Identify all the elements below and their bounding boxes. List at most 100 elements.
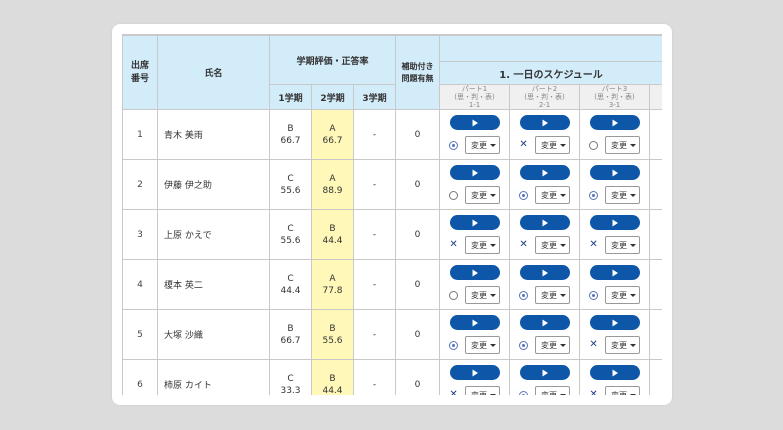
change-select[interactable]: 変更: [535, 186, 571, 204]
part-cell: ✕ 変更: [579, 309, 651, 360]
table-row: 4 榎本 英二 C 44.4 A 77.8 - 0 変更 変更 変更: [122, 259, 662, 310]
header-part-3: パート3 (思・判・表) 3-1: [579, 84, 651, 110]
extra-cell: [649, 359, 662, 395]
change-select-label: 変更: [471, 140, 488, 150]
play-button[interactable]: [449, 365, 500, 380]
score: 33.3: [280, 385, 301, 396]
play-button[interactable]: [449, 115, 500, 130]
answer-partial-icon: [449, 290, 459, 300]
part-sub: (思・判・表): [454, 93, 495, 101]
header-part-1: パート1 (思・判・表) 1-1: [439, 84, 511, 110]
attendance-no: 2: [122, 159, 158, 210]
score: 66.7: [280, 135, 301, 146]
chevron-down-icon: [630, 243, 637, 247]
play-button[interactable]: [519, 215, 570, 230]
term3-result: -: [352, 109, 397, 160]
score: 77.8: [322, 285, 343, 296]
score: 44.4: [322, 235, 343, 246]
change-select[interactable]: 変更: [605, 186, 641, 204]
header-part-extra: [649, 84, 662, 110]
grade: B: [287, 123, 294, 134]
attendance-no: 5: [122, 309, 158, 360]
answer-correct-icon: [589, 190, 599, 200]
table-viewport: 出席番号 氏名 学期評価・正答率 補助付き問題有無 1. 一日のスケジュール 1…: [122, 34, 662, 395]
play-button[interactable]: [589, 115, 640, 130]
answer-correct-icon: [449, 340, 459, 350]
play-button[interactable]: [449, 165, 500, 180]
chevron-down-icon: [630, 343, 637, 347]
play-button[interactable]: [519, 165, 570, 180]
change-select[interactable]: 変更: [465, 136, 501, 154]
change-select-label: 変更: [541, 390, 558, 396]
change-select[interactable]: 変更: [465, 186, 501, 204]
change-select[interactable]: 変更: [465, 386, 501, 396]
answer-partial-icon: [449, 190, 459, 200]
play-button[interactable]: [589, 265, 640, 280]
change-select[interactable]: 変更: [605, 236, 641, 254]
play-button[interactable]: [449, 265, 500, 280]
play-button[interactable]: [589, 315, 640, 330]
header-attendance-no: 出席番号: [122, 35, 158, 110]
play-button[interactable]: [519, 365, 570, 380]
play-button[interactable]: [589, 165, 640, 180]
student-name: 伊藤 伊之助: [157, 159, 270, 210]
play-button[interactable]: [519, 115, 570, 130]
change-select[interactable]: 変更: [605, 286, 641, 304]
change-select[interactable]: 変更: [535, 286, 571, 304]
part-sub: (思・判・表): [524, 93, 565, 101]
part-code: 2-1: [538, 101, 551, 109]
play-button[interactable]: [589, 365, 640, 380]
table-row: 1 青木 美雨 B 66.7 A 66.7 - 0 変更 ✕ 変更 変更: [122, 109, 662, 160]
grade: C: [287, 273, 294, 284]
chevron-down-icon: [630, 143, 637, 147]
change-select[interactable]: 変更: [535, 386, 571, 396]
part-cell: 変更: [579, 109, 651, 160]
change-select[interactable]: 変更: [605, 386, 641, 395]
header-part-2: パート2 (思・判・表) 2-1: [509, 84, 581, 110]
attendance-no: 4: [122, 259, 158, 310]
change-select[interactable]: 変更: [465, 236, 501, 254]
extra-cell: [649, 109, 662, 160]
change-select[interactable]: 変更: [465, 336, 501, 354]
change-select[interactable]: 変更: [535, 236, 571, 254]
extra-cell: [649, 209, 662, 260]
grade: B: [329, 373, 336, 384]
change-select[interactable]: 変更: [535, 336, 571, 354]
header-spacer: [439, 35, 662, 62]
part-cell: 変更: [579, 159, 651, 210]
term1-result: C 55.6: [269, 209, 312, 260]
change-select-label: 変更: [471, 240, 488, 250]
score: 55.6: [280, 185, 301, 196]
play-button[interactable]: [449, 215, 500, 230]
answer-wrong-icon: ✕: [589, 239, 598, 250]
play-button[interactable]: [519, 315, 570, 330]
term1-result: B 66.7: [269, 109, 312, 160]
extra-cell: [649, 159, 662, 210]
attendance-no: 1: [122, 109, 158, 160]
change-select-label: 変更: [471, 390, 488, 396]
change-select-label: 変更: [471, 190, 488, 200]
change-select[interactable]: 変更: [465, 286, 501, 304]
chevron-down-icon: [560, 343, 567, 347]
answer-wrong-icon: ✕: [589, 389, 598, 396]
play-button[interactable]: [449, 315, 500, 330]
answer-correct-icon: [519, 390, 529, 395]
part-cell: ✕ 変更: [439, 209, 511, 260]
change-select[interactable]: 変更: [605, 336, 641, 354]
change-select[interactable]: 変更: [605, 136, 641, 154]
play-button[interactable]: [589, 215, 640, 230]
part-cell: ✕ 変更: [579, 209, 651, 260]
chevron-down-icon: [560, 393, 567, 395]
term2-result: A 66.7: [311, 109, 354, 160]
student-name: 上原 かえで: [157, 209, 270, 260]
table-row: 5 大塚 沙織 B 66.7 B 55.6 - 0 変更 変更 ✕ 変更: [122, 309, 662, 360]
assisted-count: 0: [395, 309, 441, 360]
answer-correct-icon: [589, 290, 599, 300]
grades-table: 出席番号 氏名 学期評価・正答率 補助付き問題有無 1. 一日のスケジュール 1…: [122, 35, 662, 395]
change-select-label: 変更: [611, 240, 628, 250]
change-select[interactable]: 変更: [535, 136, 571, 154]
term3-result: -: [352, 309, 397, 360]
table-row: 6 柿原 カイト C 33.3 B 44.4 - 0 ✕ 変更 変更 ✕ 変更: [122, 359, 662, 396]
play-button[interactable]: [519, 265, 570, 280]
grade: B: [329, 323, 336, 334]
